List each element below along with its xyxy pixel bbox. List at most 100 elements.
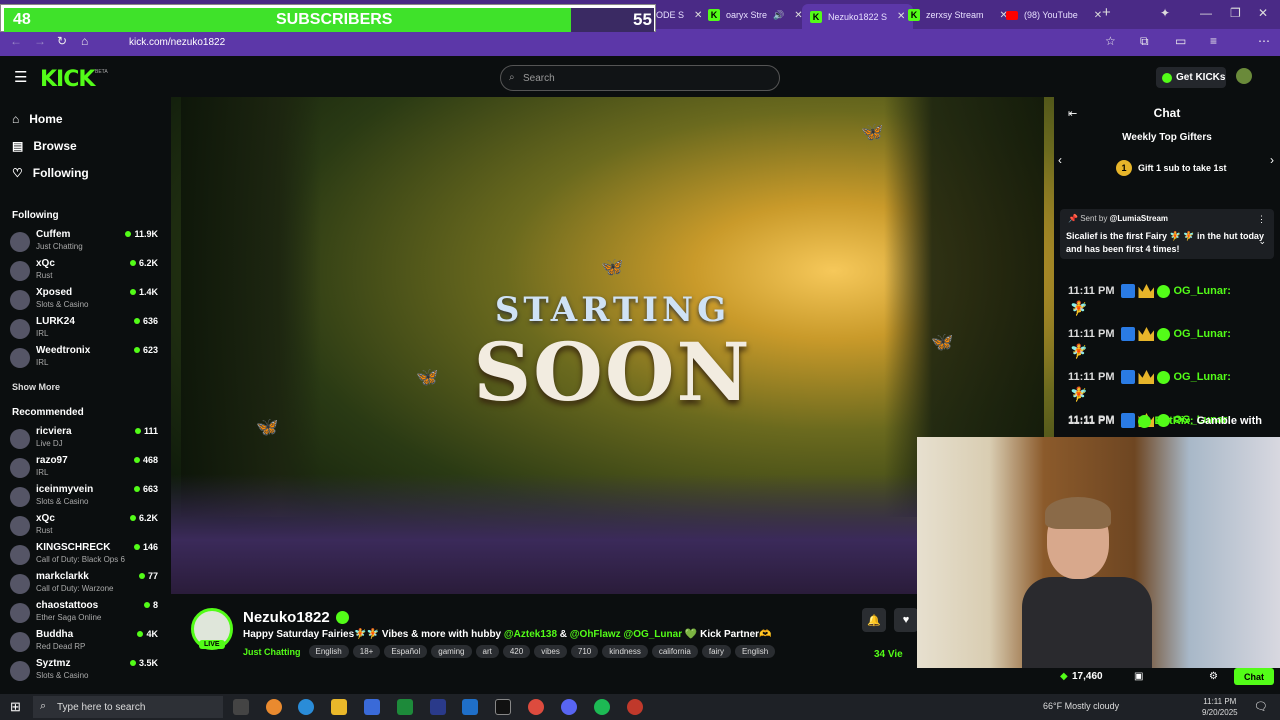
user-avatar[interactable] xyxy=(1236,68,1252,84)
weekly-top-gifters: Weekly Top Gifters xyxy=(1122,132,1212,143)
weather-widget[interactable]: 66°F Mostly cloudy xyxy=(1043,701,1119,711)
tag[interactable]: English xyxy=(308,645,349,658)
recommended-channel[interactable]: razo97 IRL 468 xyxy=(10,454,160,482)
spotify-icon[interactable] xyxy=(594,699,610,715)
favorites-icon[interactable]: ≡ xyxy=(1210,34,1217,48)
tag[interactable]: gaming xyxy=(431,645,472,658)
kick-icon: K xyxy=(810,10,822,23)
more-options-icon[interactable]: ⋮ xyxy=(1257,214,1266,225)
nav-browse[interactable]: ▤ Browse xyxy=(12,139,77,153)
chat-send-button[interactable]: Chat xyxy=(1234,668,1274,685)
chat-message: 11:11 PM OG_Lunar: xyxy=(1068,370,1231,384)
menu-icon[interactable]: ☰ xyxy=(14,68,27,86)
close-icon[interactable]: ✕ xyxy=(1094,10,1102,21)
recommended-section-title: Recommended xyxy=(12,407,84,418)
extensions-icon[interactable]: ⧉ xyxy=(1140,34,1149,49)
nav-home[interactable]: ⌂ Home xyxy=(12,112,63,126)
task-view-icon[interactable] xyxy=(233,699,249,715)
copilot-icon[interactable] xyxy=(266,699,282,715)
chevron-down-icon[interactable]: ⌄ xyxy=(1258,236,1266,247)
speaker-icon: 🔊 xyxy=(773,9,785,20)
file-explorer-icon[interactable] xyxy=(331,699,347,715)
reload-button[interactable]: ↻ xyxy=(57,34,67,48)
recommended-channel[interactable]: Syztmz Slots & Casino 3.5K xyxy=(10,657,160,685)
tag[interactable]: california xyxy=(651,645,698,658)
split-screen-icon[interactable]: ▭ xyxy=(1175,34,1186,48)
recommended-channel[interactable]: chaostattoos Ether Saga Online 8 xyxy=(10,599,160,627)
discord-icon[interactable] xyxy=(561,699,577,715)
search-input[interactable]: ⌕ Search xyxy=(500,65,780,91)
clock[interactable]: 11:11 PM 9/20/2025 xyxy=(1202,696,1238,718)
tab-oaryx[interactable]: Koaryx Stre 🔊 ✕ xyxy=(700,4,811,26)
show-more-link[interactable]: Show More xyxy=(12,382,60,392)
following-channel[interactable]: LURK24 IRL 636 xyxy=(10,315,160,343)
recommended-channel[interactable]: iceinmyvein Slots & Casino 663 xyxy=(10,483,160,511)
minimize-button[interactable]: — xyxy=(1200,6,1212,20)
subscriber-count: 48 xyxy=(13,11,31,28)
kick-logo[interactable]: KICK xyxy=(40,67,95,92)
url-field[interactable]: kick.com/nezuko1822 xyxy=(104,32,1124,53)
rank-icon: 1 xyxy=(1116,160,1132,176)
following-section-title: Following xyxy=(12,210,59,221)
following-channel[interactable]: Weedtronix IRL 623 xyxy=(10,344,160,372)
new-tab-button[interactable]: + xyxy=(1102,4,1111,21)
kick-icon: K xyxy=(908,9,920,21)
chrome-icon[interactable] xyxy=(528,699,544,715)
avatar xyxy=(10,574,30,594)
live-dot-icon xyxy=(134,428,141,434)
following-channel[interactable]: Cuffem Just Chatting 11.9K xyxy=(10,228,160,256)
forward-button[interactable]: → xyxy=(34,34,46,48)
tab-youtube[interactable]: (98) YouTube ✕ xyxy=(998,4,1110,26)
copilot-icon[interactable]: ✦ xyxy=(1160,6,1170,20)
chevron-right-icon[interactable]: › xyxy=(1270,153,1274,167)
home-icon[interactable]: ⌂ xyxy=(81,34,88,48)
tiktok-icon[interactable] xyxy=(495,699,511,715)
tab-nezuko[interactable]: K Nezuko1822 S ✕ xyxy=(802,4,914,29)
bell-icon: 🔔 xyxy=(867,614,881,627)
notification-bell-button[interactable]: 🔔 xyxy=(862,608,886,632)
recommended-channel[interactable]: xQc Rust 6.2K xyxy=(10,512,160,540)
tag[interactable]: Español xyxy=(384,645,428,658)
tag[interactable]: art xyxy=(475,645,499,658)
following-channel[interactable]: xQc Rust 6.2K xyxy=(10,257,160,285)
obs-icon[interactable] xyxy=(627,699,643,715)
window-close-button[interactable]: ✕ xyxy=(1258,6,1268,20)
avatar xyxy=(10,516,30,536)
tag[interactable]: vibes xyxy=(534,645,567,658)
following-channel[interactable]: Xposed Slots & Casino 1.4K xyxy=(10,286,160,314)
gift-icon[interactable]: ▣ xyxy=(1134,671,1143,682)
store-icon[interactable] xyxy=(364,699,380,715)
back-button[interactable]: ← xyxy=(10,34,22,48)
channel-name[interactable]: Nezuko1822 xyxy=(243,609,349,626)
outlook-icon[interactable] xyxy=(462,699,478,715)
follow-heart-button[interactable]: ♥ xyxy=(894,608,918,632)
tag[interactable]: 18+ xyxy=(352,645,381,658)
windows-taskbar: ⊞ ⌕ Type here to search 66°F Mostly clou… xyxy=(0,694,1280,720)
tag[interactable]: 420 xyxy=(502,645,531,658)
live-dot-icon xyxy=(133,318,140,324)
live-dot-icon xyxy=(137,631,144,637)
tag[interactable]: 710 xyxy=(570,645,599,658)
sidebar: ⌂ Home ▤ Browse ♡ Following Following Cuffe… xyxy=(0,97,170,690)
app-icon[interactable] xyxy=(430,699,446,715)
favorite-star-icon[interactable]: ☆ xyxy=(1105,34,1116,48)
edge-icon[interactable] xyxy=(298,699,314,715)
nav-following[interactable]: ♡ Following xyxy=(12,166,89,180)
more-menu-icon[interactable]: ⋯ xyxy=(1258,34,1270,48)
notification-icon[interactable]: 🗨 xyxy=(1254,700,1268,713)
recommended-channel[interactable]: ricviera Live DJ 111 xyxy=(10,425,160,453)
chevron-left-icon[interactable]: ‹ xyxy=(1058,153,1062,167)
get-kicks-button[interactable]: Get KICKs xyxy=(1156,67,1226,88)
recommended-channel[interactable]: Buddha Red Dead RP 4K xyxy=(10,628,160,656)
stream-category[interactable]: Just Chatting xyxy=(243,647,301,657)
xbox-icon[interactable] xyxy=(397,699,413,715)
windows-start-icon[interactable]: ⊞ xyxy=(10,699,21,715)
gear-icon[interactable]: ⚙ xyxy=(1209,671,1218,682)
recommended-channel[interactable]: markclarkk Call of Duty: Warzone 77 xyxy=(10,570,160,598)
recommended-channel[interactable]: KINGSCHRECK Call of Duty: Black Ops 6 146 xyxy=(10,541,160,569)
maximize-button[interactable]: ❐ xyxy=(1230,6,1241,20)
tag[interactable]: kindness xyxy=(602,645,648,658)
tag[interactable]: fairy xyxy=(701,645,731,658)
taskbar-search[interactable]: ⌕ Type here to search xyxy=(33,696,223,718)
tag[interactable]: English xyxy=(734,645,776,658)
